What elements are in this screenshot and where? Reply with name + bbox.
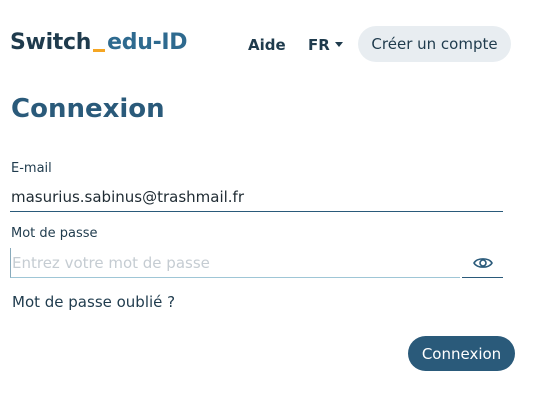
password-field[interactable] [10,248,460,278]
logo-product: edu-ID [107,30,188,55]
show-password-toggle[interactable] [462,248,503,278]
logo-brand: Switch [10,30,92,55]
forgot-password-link[interactable]: Mot de passe oublié ? [12,293,175,311]
logo-separator [93,49,106,52]
language-selector[interactable]: FR [308,36,343,54]
eye-icon [472,257,493,268]
language-selector-value: FR [308,36,330,54]
login-page: Switch edu-ID Aide FR Créer un compte Con… [0,0,554,401]
password-label: Mot de passe [11,226,98,241]
switch-edu-id-logo[interactable]: Switch edu-ID [10,30,188,55]
email-label: E-mail [11,161,52,176]
login-button[interactable]: Connexion [408,336,515,371]
chevron-down-icon [334,42,343,47]
help-link[interactable]: Aide [248,36,286,54]
page-title: Connexion [11,94,165,124]
create-account-button[interactable]: Créer un compte [358,26,511,62]
email-field[interactable] [10,183,503,212]
